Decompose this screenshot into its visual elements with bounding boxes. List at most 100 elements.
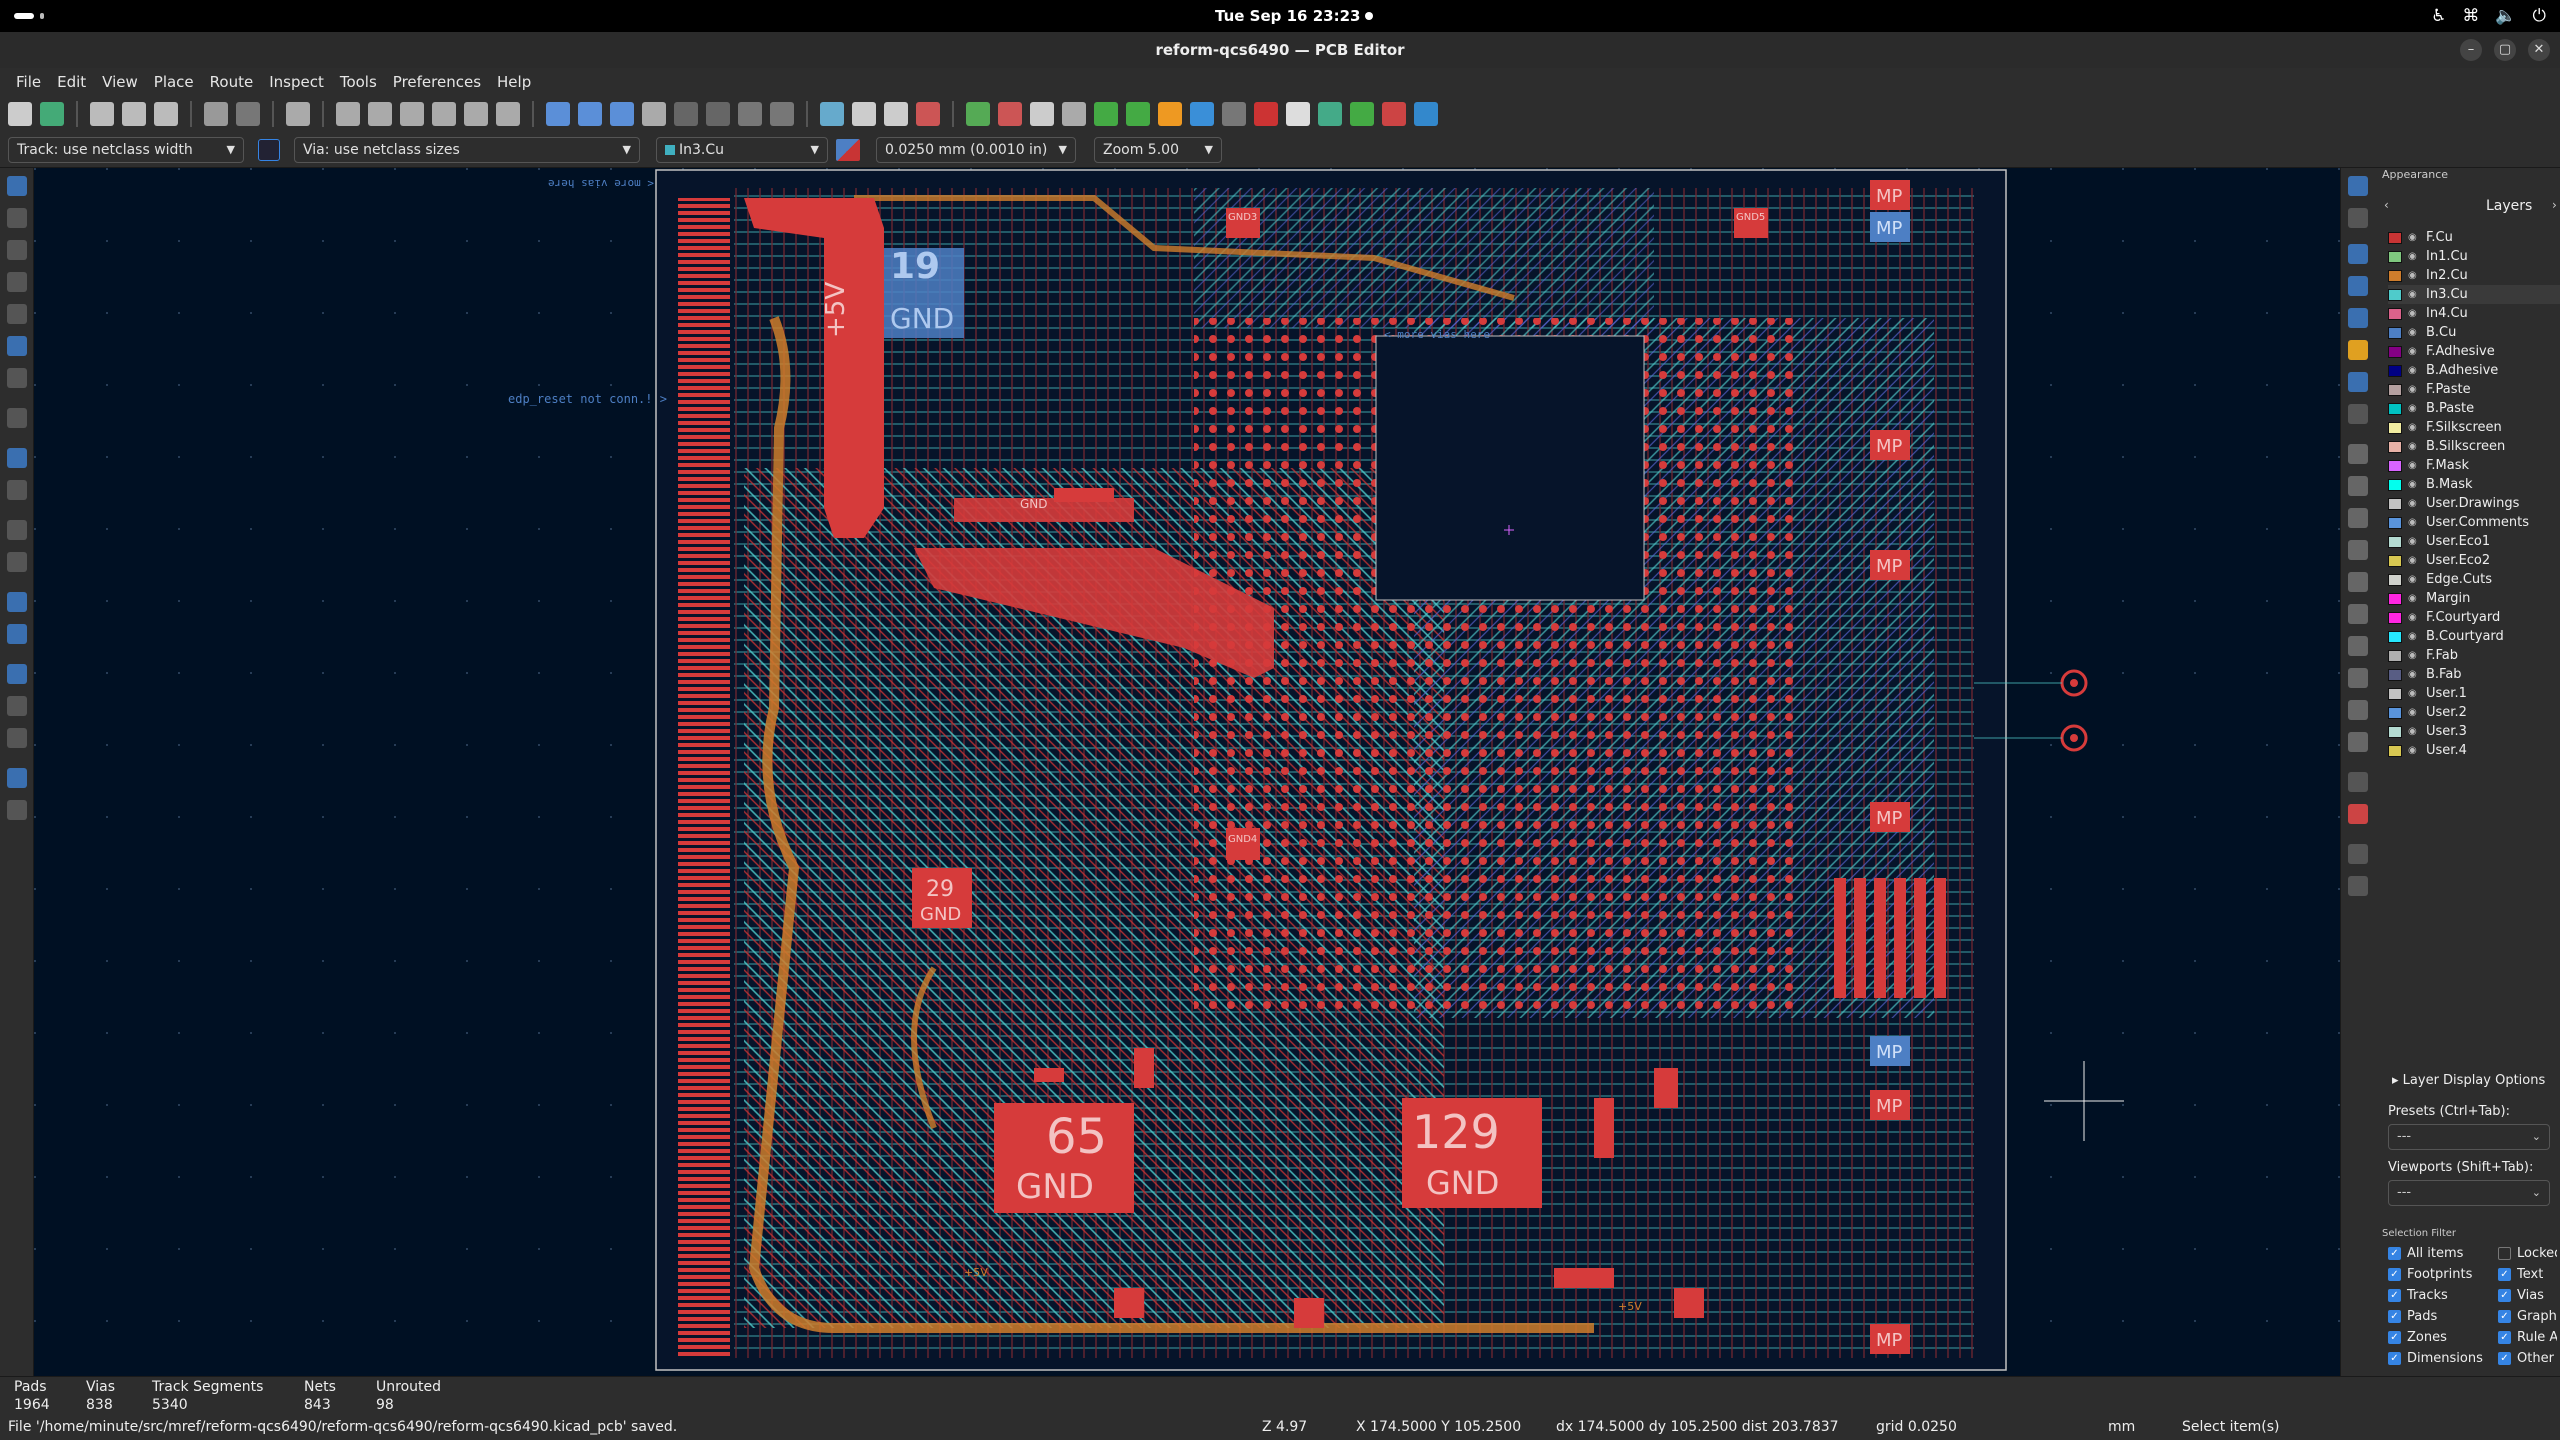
draw-line-icon[interactable] — [2348, 444, 2368, 464]
zoom-in-icon[interactable] — [368, 102, 392, 126]
layer-row[interactable]: ◉ In4.Cu — [2388, 304, 2560, 323]
plugin-10-icon[interactable] — [1382, 102, 1406, 126]
eye-icon[interactable]: ◉ — [2408, 726, 2420, 737]
ratsnest-icon[interactable] — [7, 448, 27, 468]
eye-icon[interactable]: ◉ — [2408, 498, 2420, 509]
eye-icon[interactable]: ◉ — [2408, 631, 2420, 642]
close-button[interactable]: ✕ — [2528, 39, 2550, 61]
via-display-icon[interactable] — [7, 624, 27, 644]
delete-tool-icon[interactable] — [2348, 804, 2368, 824]
cursor-style-icon[interactable] — [7, 368, 27, 388]
page-settings-icon[interactable] — [90, 102, 114, 126]
selection-filter-item[interactable]: ✓ Other — [2498, 1351, 2554, 1366]
redo-icon[interactable] — [236, 102, 260, 126]
eye-icon[interactable]: ◉ — [2408, 536, 2420, 547]
scripting-console-icon[interactable] — [1062, 102, 1086, 126]
layer-color-swatch[interactable] — [2388, 326, 2402, 339]
layer-pair-icon[interactable] — [836, 139, 860, 161]
plugin-7-icon[interactable] — [1286, 102, 1310, 126]
layer-row[interactable]: ◉ User.3 — [2388, 722, 2560, 741]
layer-row[interactable]: ◉ B.Paste — [2388, 399, 2560, 418]
layer-row[interactable]: ◉ In1.Cu — [2388, 247, 2560, 266]
footprint-editor-icon[interactable] — [820, 102, 844, 126]
eye-icon[interactable]: ◉ — [2408, 669, 2420, 680]
checkbox[interactable]: ✓ — [2388, 1247, 2401, 1260]
drc-icon[interactable] — [966, 102, 990, 126]
menu-route[interactable]: Route — [202, 68, 262, 96]
net-highlight-icon[interactable] — [7, 696, 27, 716]
eye-icon[interactable]: ◉ — [2408, 688, 2420, 699]
accessibility-icon[interactable]: ♿ — [2431, 6, 2446, 26]
eye-icon[interactable]: ◉ — [2408, 422, 2420, 433]
add-image-icon[interactable] — [2348, 636, 2368, 656]
layer-row[interactable]: ◉ B.Mask — [2388, 475, 2560, 494]
layer-color-swatch[interactable] — [2388, 725, 2402, 738]
group-icon[interactable] — [674, 102, 698, 126]
layer-row[interactable]: ◉ F.Adhesive — [2388, 342, 2560, 361]
schematic-editor-icon[interactable] — [1030, 102, 1054, 126]
eye-icon[interactable]: ◉ — [2408, 327, 2420, 338]
layer-row[interactable]: ◉ User.1 — [2388, 684, 2560, 703]
grid-overrides-icon[interactable] — [7, 208, 27, 228]
layer-row[interactable]: ◉ B.Fab — [2388, 665, 2560, 684]
board-setup-icon[interactable] — [40, 102, 64, 126]
layer-row[interactable]: ◉ User.Eco1 — [2388, 532, 2560, 551]
selection-filter-item[interactable]: ✓ Text — [2498, 1267, 2543, 1282]
layer-row[interactable]: ◉ F.Fab — [2388, 646, 2560, 665]
maximize-button[interactable]: ▢ — [2494, 39, 2516, 61]
pcb-canvas[interactable]: < more vias here +5V 19 GND 29 GND 65 GN… — [34, 168, 2340, 1376]
grid-select[interactable]: 0.0250 mm (0.0010 in) ▼ — [876, 137, 1076, 163]
layer-color-swatch[interactable] — [2388, 269, 2402, 282]
eye-icon[interactable]: ◉ — [2408, 289, 2420, 300]
eye-icon[interactable]: ◉ — [2408, 384, 2420, 395]
layer-color-swatch[interactable] — [2388, 478, 2402, 491]
eye-icon[interactable]: ◉ — [2408, 232, 2420, 243]
layer-display-options-toggle[interactable]: ▸ Layer Display Options — [2392, 1073, 2545, 1088]
plugin-4-icon[interactable] — [1190, 102, 1214, 126]
layer-color-swatch[interactable] — [2388, 440, 2402, 453]
layer-row[interactable]: ◉ F.Cu — [2388, 228, 2560, 247]
design-rules-icon[interactable] — [998, 102, 1022, 126]
save-icon[interactable] — [8, 102, 32, 126]
layer-row[interactable]: ◉ B.Adhesive — [2388, 361, 2560, 380]
layer-color-swatch[interactable] — [2388, 383, 2402, 396]
checkbox[interactable]: ✓ — [2388, 1289, 2401, 1302]
menu-view[interactable]: View — [94, 68, 146, 96]
eye-icon[interactable]: ◉ — [2408, 460, 2420, 471]
plugin-9-icon[interactable] — [1350, 102, 1374, 126]
units-mm-icon[interactable] — [7, 336, 27, 356]
layer-color-swatch[interactable] — [2388, 231, 2402, 244]
pad-display-icon[interactable] — [7, 592, 27, 612]
status-units[interactable]: mm — [2108, 1419, 2135, 1435]
eye-icon[interactable]: ◉ — [2408, 707, 2420, 718]
auto-track-width-icon[interactable] — [258, 139, 280, 161]
unlock-icon[interactable] — [770, 102, 794, 126]
layer-row[interactable]: ◉ In2.Cu — [2388, 266, 2560, 285]
eye-icon[interactable]: ◉ — [2408, 517, 2420, 528]
menu-file[interactable]: File — [8, 68, 49, 96]
layer-row[interactable]: ◉ User.4 — [2388, 741, 2560, 760]
zoom-select[interactable]: Zoom 5.00 ▼ — [1094, 137, 1222, 163]
properties-panel-icon[interactable] — [7, 800, 27, 820]
menu-inspect[interactable]: Inspect — [261, 68, 332, 96]
track-width-select[interactable]: Track: use netclass width ▼ — [8, 137, 244, 163]
eye-icon[interactable]: ◉ — [2408, 251, 2420, 262]
checkbox[interactable]: ✓ — [2388, 1331, 2401, 1344]
chevron-right-icon[interactable]: › — [2552, 198, 2557, 212]
chevron-left-icon[interactable]: ‹ — [2384, 198, 2389, 212]
eye-icon[interactable]: ◉ — [2408, 403, 2420, 414]
selection-filter-item[interactable]: ✓ Graphics — [2498, 1309, 2557, 1324]
minimize-button[interactable]: – — [2460, 39, 2482, 61]
layer-color-swatch[interactable] — [2388, 744, 2402, 757]
system-tray[interactable]: ♿ ⌘ 🔈 ⏻ — [2431, 6, 2546, 26]
tab-layers[interactable]: Layers — [2486, 198, 2532, 214]
layer-color-swatch[interactable] — [2388, 592, 2402, 605]
zoom-fit-icon[interactable] — [432, 102, 456, 126]
layer-row[interactable]: ◉ In3.Cu — [2388, 285, 2560, 304]
mirror-icon[interactable] — [642, 102, 666, 126]
layer-color-swatch[interactable] — [2388, 421, 2402, 434]
layer-color-swatch[interactable] — [2388, 516, 2402, 529]
clock[interactable]: Tue Sep 16 23:23 — [1215, 7, 1360, 25]
pcb-drawing[interactable]: < more vias here +5V 19 GND 29 GND 65 GN… — [34, 168, 2340, 1376]
layer-row[interactable]: ◉ B.Cu — [2388, 323, 2560, 342]
